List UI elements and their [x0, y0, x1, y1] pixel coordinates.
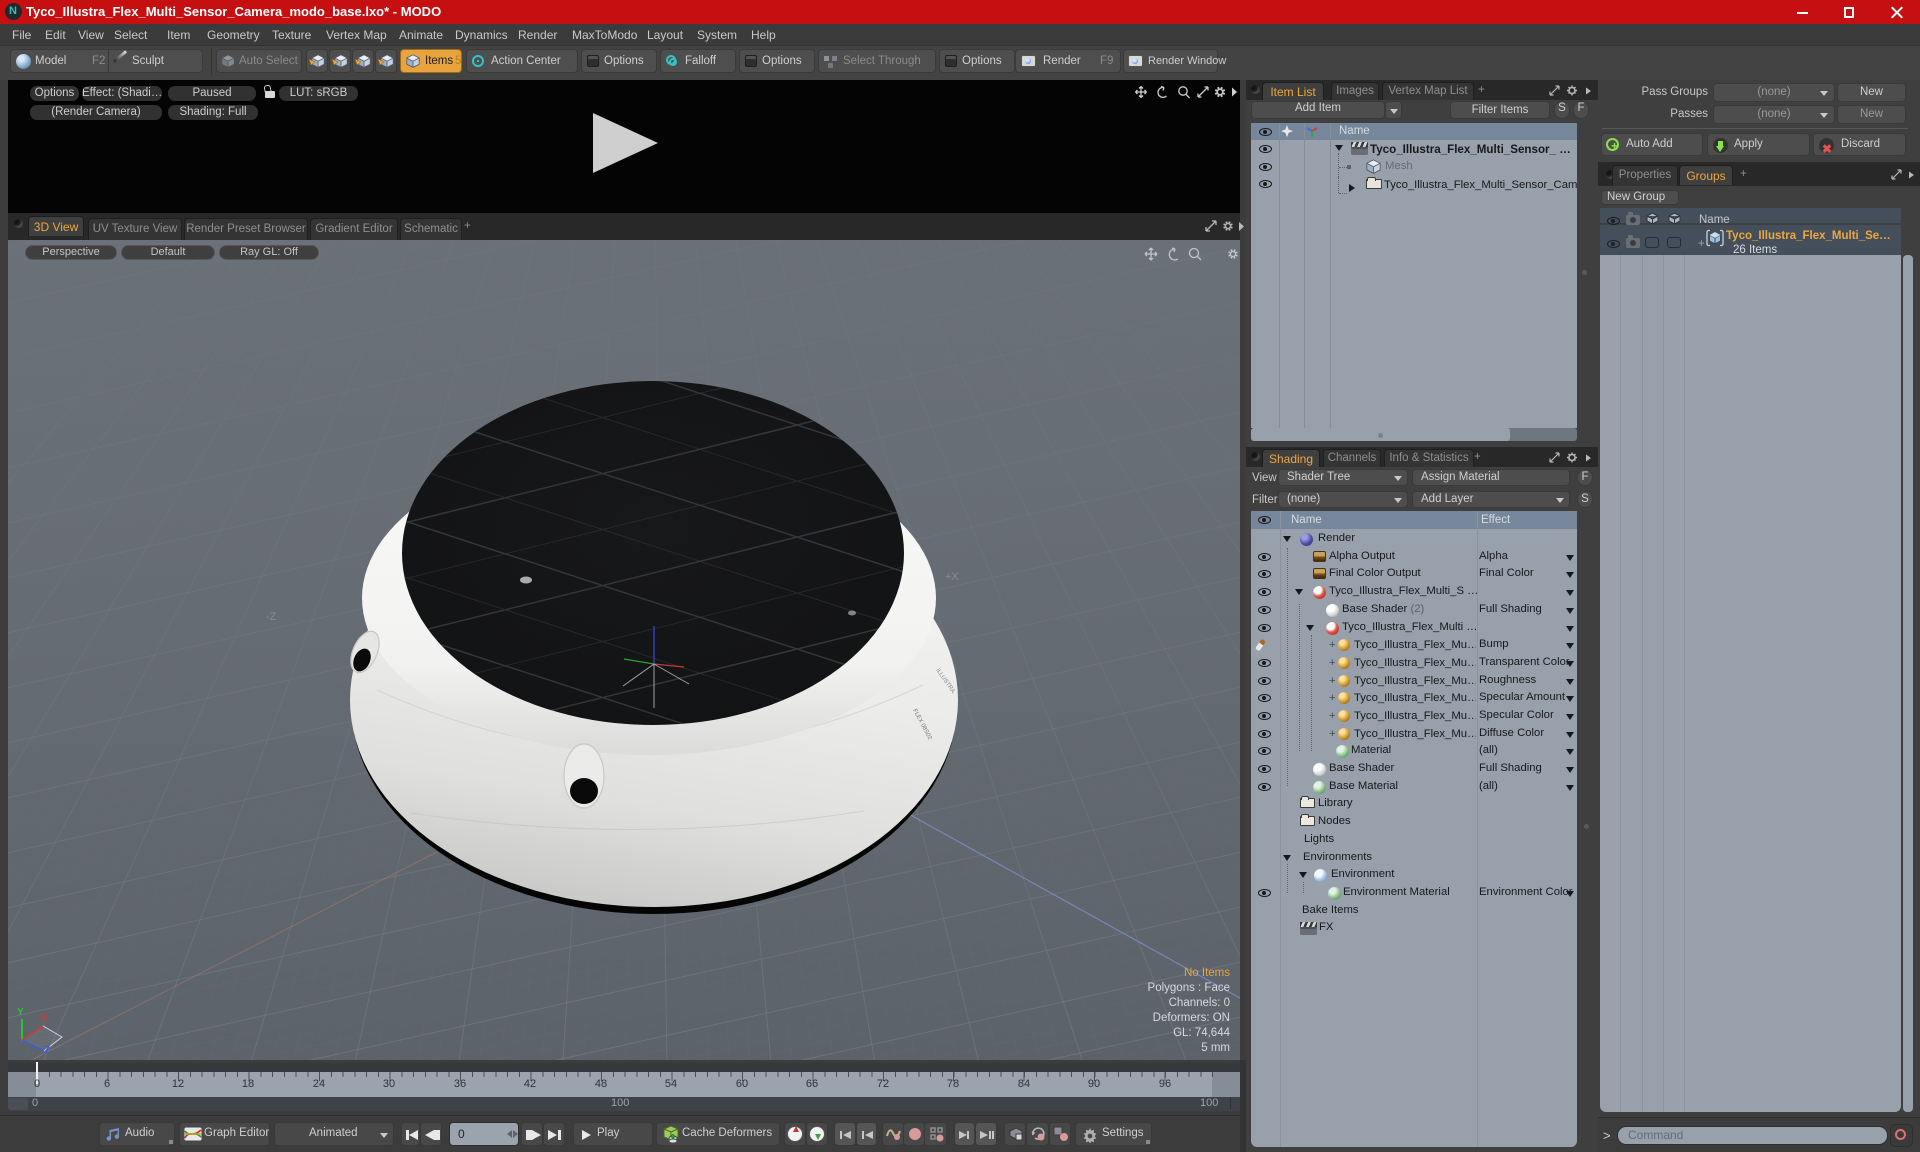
svg-text:-Z: -Z [266, 611, 277, 623]
svg-text:X: X [41, 1013, 48, 1024]
svg-text:+X: +X [945, 571, 959, 583]
svg-text:Z: Z [44, 1045, 50, 1056]
svg-text:Y: Y [17, 1007, 24, 1018]
